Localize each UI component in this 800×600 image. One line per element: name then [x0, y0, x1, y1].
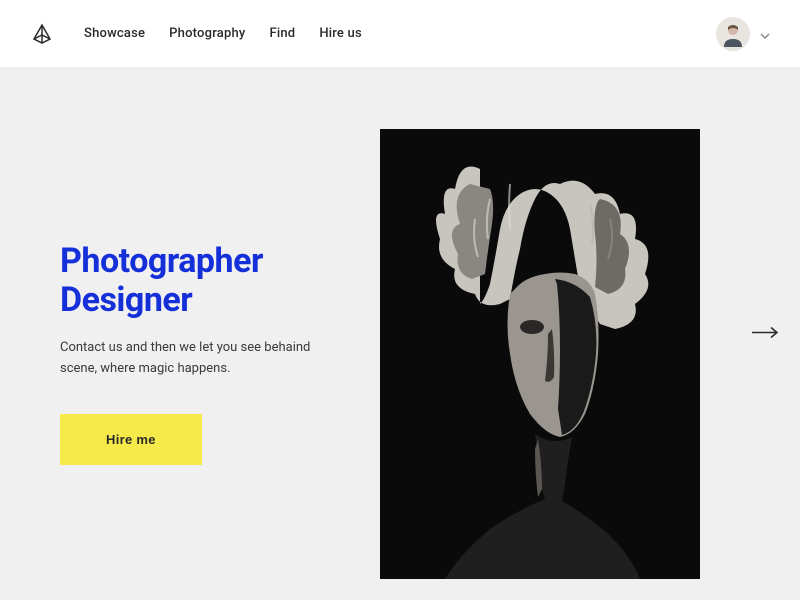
- hero-subtitle: Contact us and then we let you see behai…: [60, 338, 340, 380]
- hero-section: Photographer Designer Contact us and the…: [0, 67, 800, 600]
- user-menu[interactable]: [716, 17, 770, 51]
- hero-image: [380, 129, 700, 579]
- hero-title-line2: Designer: [60, 280, 192, 320]
- chevron-down-icon: [760, 24, 770, 43]
- nav-item-hire-us[interactable]: Hire us: [319, 26, 362, 41]
- hero-content: Photographer Designer Contact us and the…: [60, 242, 370, 465]
- header: Showcase Photography Find Hire us: [0, 0, 800, 67]
- nav-item-photography[interactable]: Photography: [169, 26, 245, 41]
- next-arrow-icon[interactable]: [752, 324, 780, 343]
- nav-item-find[interactable]: Find: [269, 26, 295, 41]
- logo-icon[interactable]: [30, 22, 54, 46]
- main-nav: Showcase Photography Find Hire us: [84, 26, 362, 41]
- avatar: [716, 17, 750, 51]
- header-left: Showcase Photography Find Hire us: [30, 22, 362, 46]
- nav-item-showcase[interactable]: Showcase: [84, 26, 145, 41]
- hire-me-button[interactable]: Hire me: [60, 414, 202, 465]
- hero-title-line1: Photographer: [60, 241, 263, 281]
- hero-title: Photographer Designer: [60, 242, 370, 320]
